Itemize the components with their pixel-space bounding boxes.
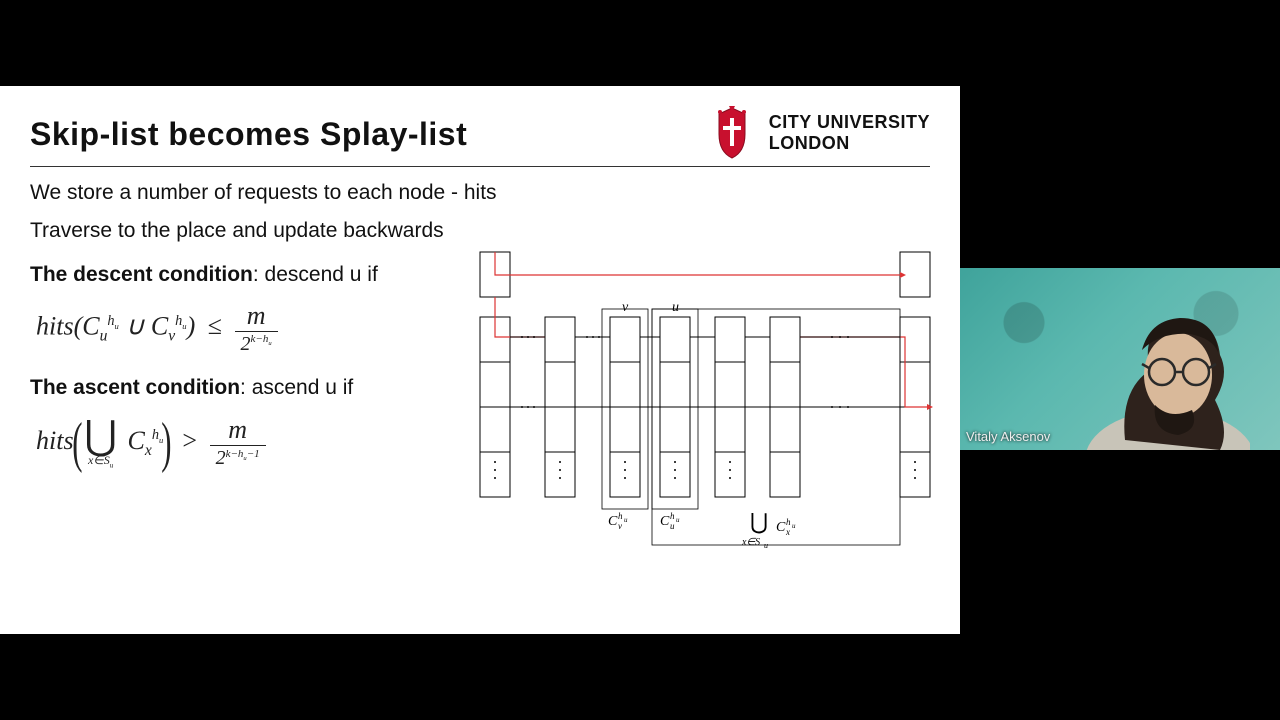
body-line-2: Traverse to the place and update backwar… [30,219,930,243]
stage: Skip-list becomes Splay-list CITY UNIVER… [0,0,1280,720]
skiplist-diagram: v u C v h u C u h u ⋃ x∈S u C x [450,247,950,557]
webcam-panel: Vitaly Aksenov [960,268,1280,450]
diagram-label-v: v [622,300,629,315]
svg-text:u: u [676,516,680,524]
svg-text:C: C [660,514,670,529]
ascent-label: The ascent condition [30,376,240,399]
university-line1: CITY UNIVERSITY [769,112,930,133]
university-crest-icon [707,104,757,162]
presenter-silhouette-icon [1070,290,1250,450]
presenter-name: Vitaly Aksenov [966,429,1050,444]
descent-heading: The descent condition: descend u if [30,263,460,287]
svg-text:⋃: ⋃ [750,509,768,534]
descent-formula: hits(Cuhu ∪ Cvhu) ≤ m2k−hu [36,303,460,354]
presentation-slide: Skip-list becomes Splay-list CITY UNIVER… [0,86,960,634]
svg-text:x: x [785,527,790,537]
diagram-label-u: u [672,300,679,315]
svg-text:C: C [608,514,618,529]
svg-text:u: u [792,522,796,530]
descent-tail: : descend u if [253,263,378,286]
ascent-tail: : ascend u if [240,376,353,399]
svg-text:u: u [624,516,628,524]
svg-text:h: h [618,511,623,521]
university-logo-block: CITY UNIVERSITY LONDON [707,104,930,162]
university-name: CITY UNIVERSITY LONDON [769,112,930,153]
svg-text:h: h [670,511,675,521]
left-column: The descent condition: descend u if hits… [30,257,460,492]
ascent-formula: hits(⋃x∈Su Cxhu) > m2k−hu−1 [36,416,460,470]
slide-title: Skip-list becomes Splay-list [30,116,467,153]
svg-text:u: u [764,541,768,550]
content-columns: The descent condition: descend u if hits… [30,257,930,557]
right-column: v u C v h u C u h u ⋃ x∈S u C x [470,257,930,557]
body-line-1: We store a number of requests to each no… [30,181,930,205]
slide-header: Skip-list becomes Splay-list CITY UNIVER… [30,110,930,162]
university-line2: LONDON [769,133,930,154]
ascent-heading: The ascent condition: ascend u if [30,376,460,400]
svg-text:v: v [618,521,622,531]
svg-text:u: u [670,521,675,531]
svg-text:h: h [786,517,791,527]
header-divider [30,166,930,167]
svg-text:C: C [776,520,786,535]
descent-label: The descent condition [30,263,253,286]
svg-text:x∈S: x∈S [741,537,760,548]
